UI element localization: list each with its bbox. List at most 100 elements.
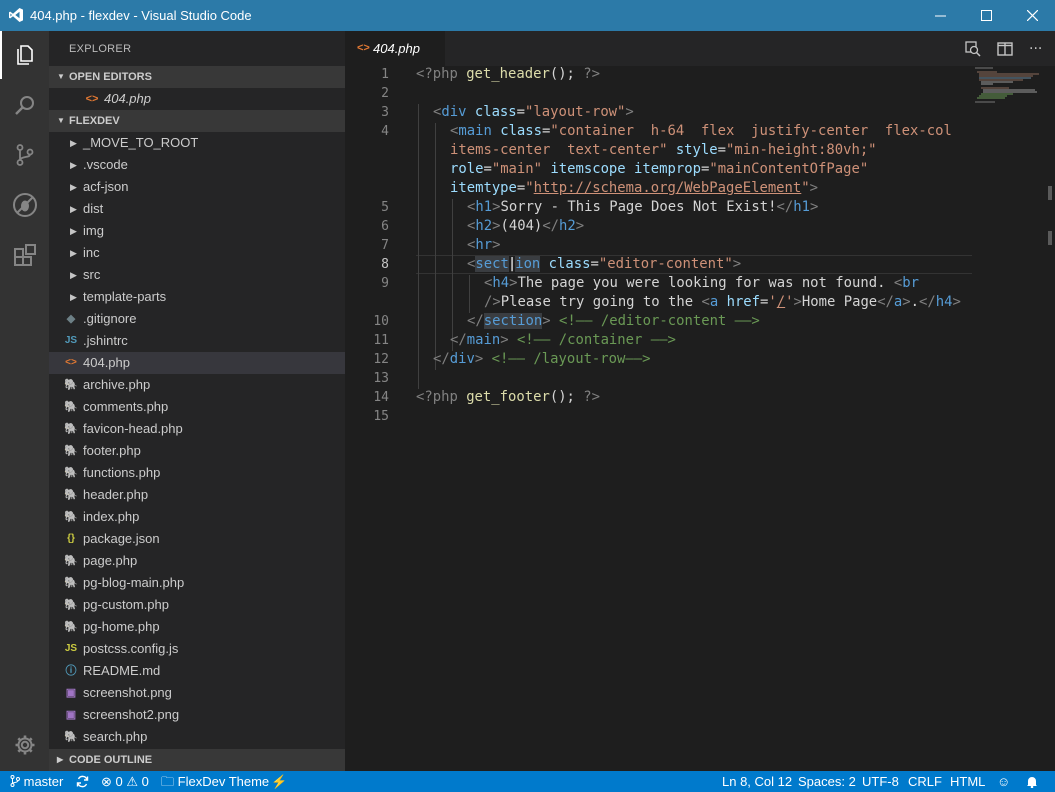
tab-404-php[interactable]: <> 404.php bbox=[345, 31, 445, 66]
file-item[interactable]: 🐘 index.php bbox=[49, 506, 345, 528]
close-button[interactable] bbox=[1009, 0, 1055, 31]
source-control-activity-button[interactable] bbox=[0, 131, 49, 179]
line-number: 5 bbox=[381, 200, 389, 215]
file-item[interactable]: 🐘 favicon-head.php bbox=[49, 418, 345, 440]
folder-item[interactable]: ▶ _MOVE_TO_ROOT bbox=[49, 132, 345, 154]
indent-guide bbox=[469, 275, 470, 313]
folder-item[interactable]: ▶ acf-json bbox=[49, 176, 345, 198]
file-item[interactable]: <> 404.php bbox=[49, 352, 345, 374]
file-item[interactable]: ▣ screenshot2.png bbox=[49, 704, 345, 726]
line-number: 13 bbox=[373, 371, 389, 386]
chevron-down-icon: ▼ bbox=[57, 116, 65, 125]
cursor-position[interactable]: Ln 8, Col 12 bbox=[722, 771, 792, 792]
file-label: pg-blog-main.php bbox=[83, 575, 185, 590]
code-editor[interactable]: 1 2 3 4 5 6 7 8 9 10 11 12 13 14 15 <?php get_header()… bbox=[345, 66, 1055, 771]
php-elephant-icon: 🐘 bbox=[64, 599, 78, 611]
folder-label: inc bbox=[83, 245, 100, 260]
line-number: 3 bbox=[381, 105, 389, 120]
folder-item[interactable]: ▶ .vscode bbox=[49, 154, 345, 176]
maximize-button[interactable] bbox=[963, 0, 1009, 31]
file-label: index.php bbox=[83, 509, 140, 524]
debug-activity-button[interactable] bbox=[0, 181, 49, 229]
folder-item[interactable]: ▶ src bbox=[49, 264, 345, 286]
minimap[interactable] bbox=[973, 66, 1043, 106]
feedback-button[interactable]: ☺ bbox=[997, 771, 1010, 792]
search-activity-button[interactable] bbox=[0, 81, 49, 129]
indentation[interactable]: Spaces: 2 bbox=[798, 771, 856, 792]
folder-item[interactable]: ▶ img bbox=[49, 220, 345, 242]
folder-label: dist bbox=[83, 201, 104, 216]
open-editors-header[interactable]: ▼ OPEN EDITORS bbox=[49, 66, 345, 88]
encoding[interactable]: UTF-8 bbox=[862, 771, 899, 792]
file-label: header.php bbox=[83, 487, 149, 502]
extensions-activity-button[interactable] bbox=[0, 231, 49, 279]
file-item[interactable]: 🐘 pg-blog-main.php bbox=[49, 572, 345, 594]
code-line-1: <?php get_header(); ?> bbox=[416, 66, 601, 82]
html-php-icon: <> bbox=[357, 42, 370, 54]
branch-item[interactable]: master bbox=[10, 771, 63, 792]
lightning-icon: ⚡ bbox=[271, 774, 288, 789]
vertical-scrollbar[interactable] bbox=[1045, 66, 1055, 771]
folder-label: FlexDev Theme bbox=[177, 774, 270, 789]
branch-label: master bbox=[23, 774, 64, 789]
file-item[interactable]: 🐘 search.php bbox=[49, 726, 345, 748]
chevron-down-icon: ▼ bbox=[57, 72, 65, 81]
line-number: 10 bbox=[373, 314, 389, 329]
file-label: footer.php bbox=[83, 443, 141, 458]
code-outline-header[interactable]: ▶ CODE OUTLINE bbox=[49, 749, 345, 771]
settings-activity-button[interactable] bbox=[0, 721, 49, 769]
problems-item[interactable]: ⊗ 0 ⚠ 0 bbox=[101, 771, 149, 792]
file-item[interactable]: 🐘 page.php bbox=[49, 550, 345, 572]
file-item[interactable]: ⓘ README.md bbox=[49, 660, 345, 682]
sync-button[interactable] bbox=[76, 771, 89, 792]
code-line-9a: <h4>The page you were looking for was no… bbox=[484, 275, 919, 291]
tab-label: 404.php bbox=[373, 41, 420, 56]
file-label: comments.php bbox=[83, 399, 169, 414]
file-item[interactable]: 🐘 comments.php bbox=[49, 396, 345, 418]
indent-guide bbox=[435, 123, 436, 370]
folder-item[interactable]: ▶ inc bbox=[49, 242, 345, 264]
file-label: search.php bbox=[83, 729, 148, 744]
split-editor-button[interactable] bbox=[996, 40, 1014, 58]
file-item[interactable]: JS .jshintrc bbox=[49, 330, 345, 352]
open-changes-button[interactable] bbox=[964, 40, 982, 58]
file-item[interactable]: 🐘 pg-custom.php bbox=[49, 594, 345, 616]
file-label: archive.php bbox=[83, 377, 151, 392]
warning-count: 0 bbox=[141, 774, 149, 789]
ellipsis-icon: ··· bbox=[1029, 41, 1043, 57]
file-item[interactable]: 🐘 pg-home.php bbox=[49, 616, 345, 638]
code-line-11: </main> <!—— /container ——> bbox=[450, 332, 676, 348]
search-icon bbox=[14, 96, 34, 115]
file-item[interactable]: {} package.json bbox=[49, 528, 345, 550]
folder-item[interactable]: ▶ template-parts bbox=[49, 286, 345, 308]
php-elephant-icon: 🐘 bbox=[64, 511, 78, 523]
file-item[interactable]: 🐘 header.php bbox=[49, 484, 345, 506]
error-icon: ⊗ bbox=[101, 774, 112, 789]
folder-item[interactable]: ▶ dist bbox=[49, 198, 345, 220]
code-line-12: </div> <!—— /layout-row——> bbox=[433, 351, 651, 367]
notifications-button[interactable] bbox=[1026, 771, 1038, 792]
file-item[interactable]: 🐘 functions.php bbox=[49, 462, 345, 484]
end-of-line[interactable]: CRLF bbox=[908, 771, 942, 792]
chevron-right-icon: ▶ bbox=[57, 755, 64, 764]
json-icon: {} bbox=[67, 533, 75, 544]
language-mode[interactable]: HTML bbox=[950, 771, 985, 792]
file-item[interactable]: 🐘 archive.php bbox=[49, 374, 345, 396]
code-line-4b: items-center text-center" style="min-hei… bbox=[450, 142, 877, 158]
file-item[interactable]: ▣ screenshot.png bbox=[49, 682, 345, 704]
code-line-3: <div class="layout-row"> bbox=[433, 104, 634, 120]
file-item[interactable]: JS postcss.config.js bbox=[49, 638, 345, 660]
line-number: 14 bbox=[373, 390, 389, 405]
file-item[interactable]: ◆ .gitignore bbox=[49, 308, 345, 330]
minimize-button[interactable] bbox=[917, 0, 963, 31]
lightning-button[interactable]: ⚡ bbox=[271, 771, 287, 792]
project-header[interactable]: ▼ FLEXDEV bbox=[49, 110, 345, 132]
file-item[interactable]: 🐘 footer.php bbox=[49, 440, 345, 462]
project-folder-item[interactable]: 🗀 FlexDev Theme bbox=[161, 771, 269, 792]
close-icon bbox=[1026, 10, 1038, 21]
warning-icon: ⚠ bbox=[126, 774, 139, 789]
more-actions-button[interactable]: ··· bbox=[1029, 40, 1047, 58]
open-editor-item[interactable]: <> 404.php bbox=[49, 88, 345, 110]
folder-label: src bbox=[83, 267, 101, 282]
explorer-activity-button[interactable] bbox=[0, 31, 49, 79]
